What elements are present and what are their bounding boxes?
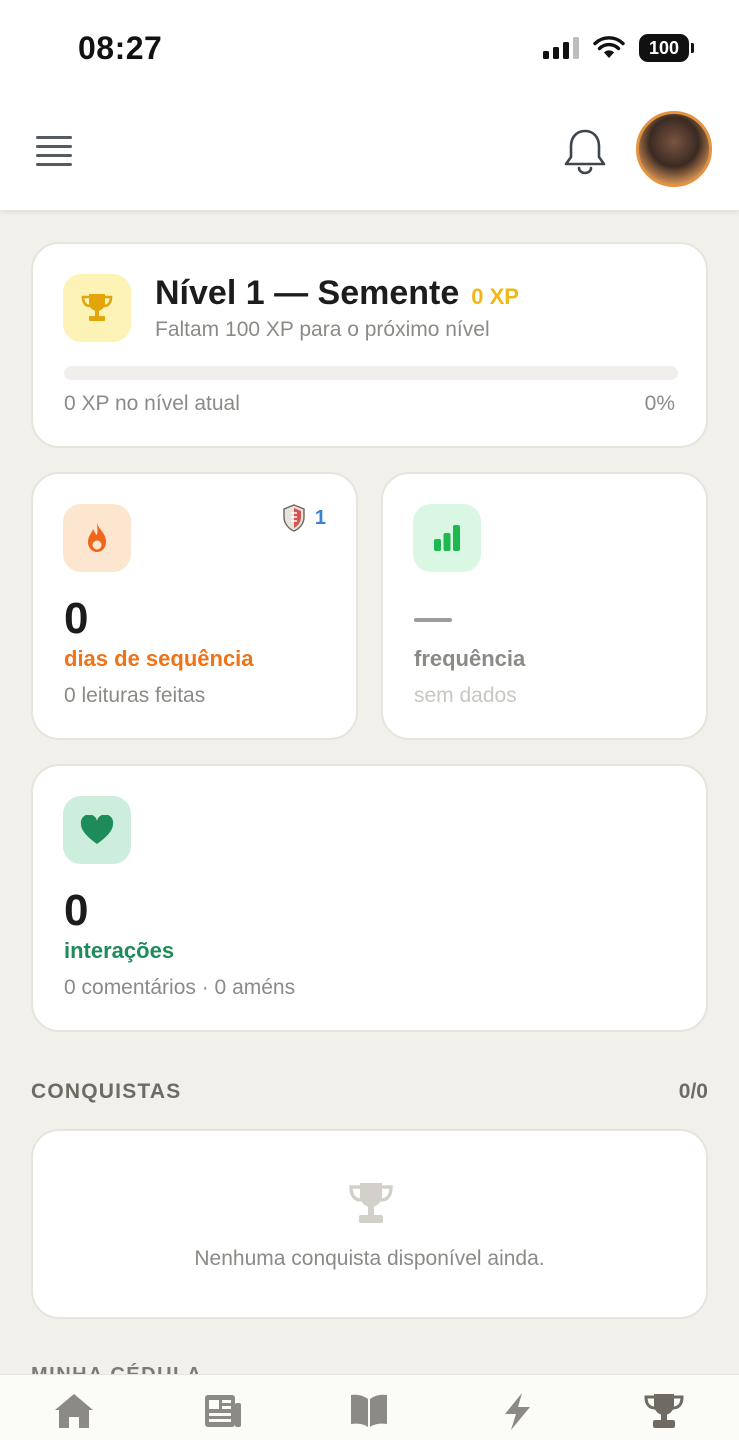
frequency-value [414,618,452,622]
flame-icon [88,523,106,552]
nav-activity[interactable] [495,1391,539,1435]
level-title: Nível 1 — Semente 0 XP [155,274,519,313]
interactions-value: 0 [64,886,89,935]
hamburger-icon-line [36,154,72,157]
streak-badge: 1 [283,504,326,532]
streak-sub: 0 leituras feitas [64,684,206,707]
achievements-card: Nenhuma conquista disponível ainda. [31,1129,708,1319]
trophy-icon [81,294,113,321]
notifications-button[interactable] [562,126,608,176]
trophy-icon [349,1183,393,1223]
level-title-text: Nível 1 — Semente [155,274,460,312]
status-time: 08:27 [78,30,163,66]
nav-achievements[interactable] [642,1391,686,1435]
level-progress-bar [64,366,678,380]
signal-icon [543,37,579,59]
status-icons: 100 [543,34,694,62]
streak-card[interactable]: 1 0 dias de sequência 0 leituras feitas [31,472,358,740]
home-icon [55,1394,93,1428]
battery-indicator: 100 [639,34,694,62]
interactions-label: interações [64,938,175,963]
bell-icon [564,129,606,175]
interactions-card[interactable]: 0 interações 0 comentários · 0 améns [31,764,708,1032]
hamburger-icon-line [36,163,72,166]
trophy-icon [644,1394,684,1428]
streak-label: dias de sequência [64,646,254,671]
nav-bible[interactable] [347,1391,391,1435]
frequency-icon-box [413,504,481,572]
streak-badge-count: 1 [314,506,326,529]
frequency-card[interactable]: — frequência sem dados [381,472,708,740]
achievements-empty-text: Nenhuma conquista disponível ainda. [194,1247,545,1270]
achievements-title: CONQUISTAS [31,1080,182,1103]
news-icon [205,1395,241,1427]
hamburger-icon-line [36,145,72,148]
menu-button[interactable] [36,136,72,166]
interactions-sub: 0 comentários · 0 améns [64,976,296,999]
shield-icon [283,504,305,532]
achievements-count: 0/0 [678,1080,708,1103]
status-bar: 08:27 100 [0,0,739,100]
bars-chart-icon [434,525,460,551]
level-subtitle: Faltam 100 XP para o próximo nível [155,318,490,341]
nav-home[interactable] [52,1391,96,1435]
interactions-icon-box [63,796,131,864]
level-card: Nível 1 — Semente 0 XP Faltam 100 XP para… [31,242,708,448]
level-icon-box [63,274,131,342]
streak-icon-box [63,504,131,572]
frequency-sub: sem dados [414,684,517,707]
wifi-icon [593,36,625,58]
nav-news[interactable] [200,1391,244,1435]
frequency-label: frequência [414,646,526,671]
level-progress-label: 0 XP no nível atual [64,392,240,415]
level-progress-percent: 0% [644,392,675,415]
app-header [0,100,739,210]
level-xp: 0 XP [471,284,519,309]
streak-value: 0 [64,594,89,643]
bolt-icon [505,1393,530,1430]
bottom-nav [0,1374,739,1440]
avatar[interactable] [636,111,712,187]
hamburger-icon-line [36,136,72,139]
heart-icon [80,815,114,844]
book-icon [351,1394,387,1427]
